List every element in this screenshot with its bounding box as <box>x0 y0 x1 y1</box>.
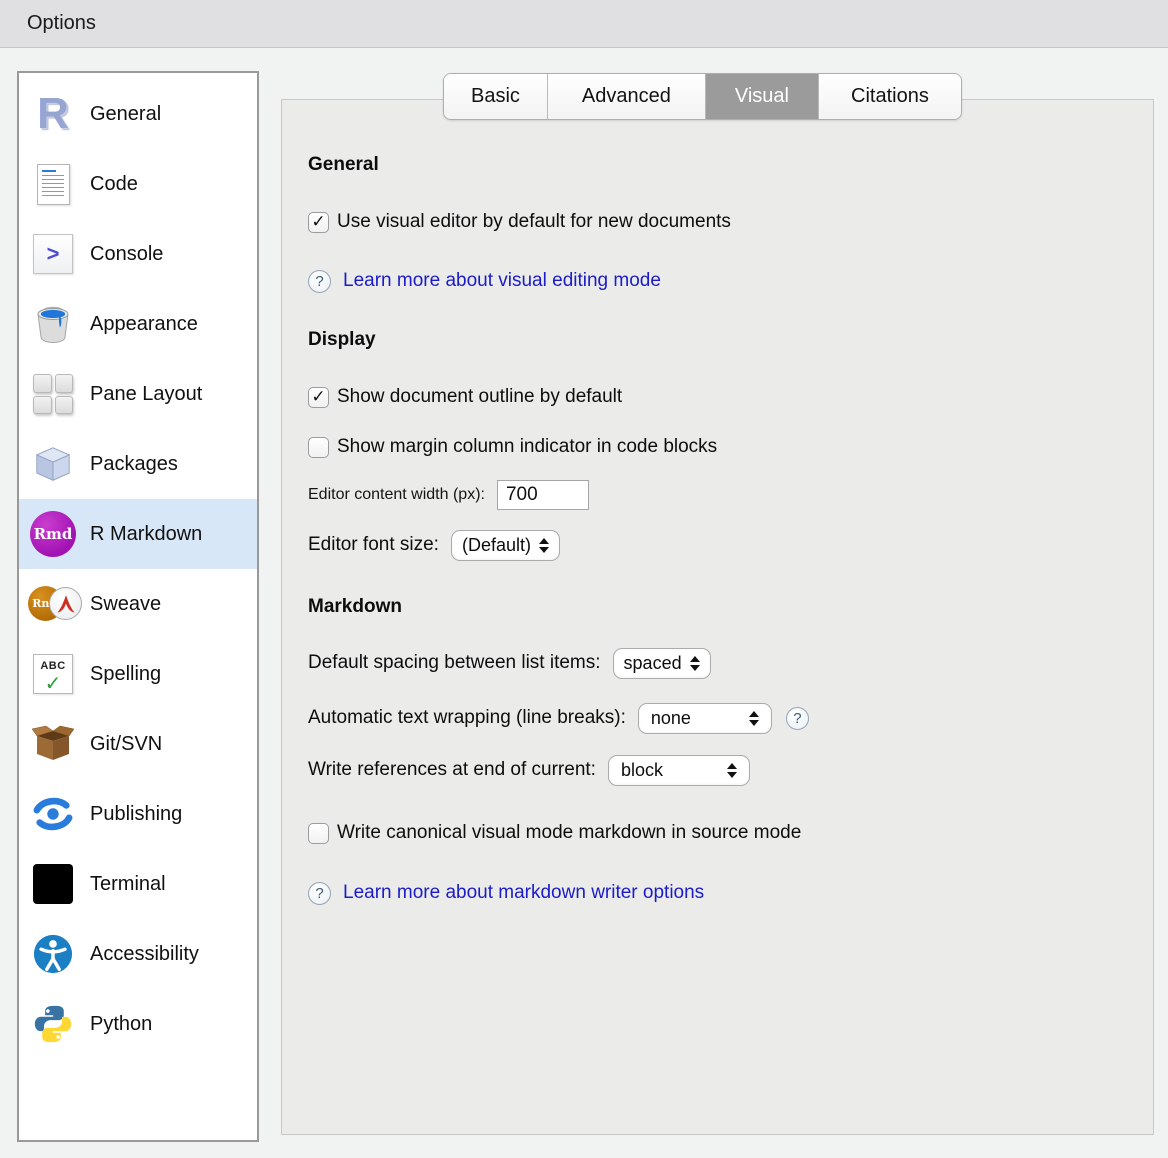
package-cube-icon <box>28 443 78 485</box>
use-visual-editor-checkbox[interactable]: ✓ <box>308 212 329 233</box>
sidebar-item-label: Appearance <box>90 313 198 336</box>
show-margin-row: ✓ Show margin column indicator in code b… <box>308 433 1153 461</box>
console-prompt-icon: > <box>28 234 78 274</box>
rmarkdown-icon: Rmd <box>28 511 78 557</box>
python-icon <box>28 1003 78 1045</box>
visual-editing-help-row: ? Learn more about visual editing mode <box>308 268 1153 294</box>
sidebar-item-label: Code <box>90 173 138 196</box>
stepper-arrows-icon <box>749 711 759 726</box>
section-heading-markdown: Markdown <box>308 596 1153 620</box>
sidebar-item-label: R Markdown <box>90 523 202 546</box>
show-margin-checkbox[interactable]: ✓ <box>308 437 329 458</box>
paint-bucket-icon <box>28 304 78 344</box>
sidebar-item-label: Publishing <box>90 803 182 826</box>
pane-grid-icon <box>28 374 78 414</box>
sidebar-item-python[interactable]: Python <box>19 989 257 1059</box>
window-title: Options <box>27 12 96 35</box>
list-spacing-label: Default spacing between list items: <box>308 652 601 674</box>
section-heading-general: General <box>308 154 1153 178</box>
options-category-sidebar: R General Code > Console Appearance Pane <box>17 71 259 1142</box>
show-margin-label: Show margin column indicator in code blo… <box>337 436 717 458</box>
stepper-arrows-icon <box>690 656 700 671</box>
tab-visual[interactable]: Visual <box>705 74 818 119</box>
list-spacing-select[interactable]: spaced <box>613 648 711 679</box>
sidebar-item-r-markdown[interactable]: Rmd R Markdown <box>19 499 257 569</box>
spellcheck-icon: ABC ✓ <box>28 654 78 694</box>
help-icon[interactable]: ? <box>308 882 331 905</box>
window-titlebar: Options <box>0 0 1168 48</box>
show-outline-label: Show document outline by default <box>337 386 622 408</box>
text-wrapping-select[interactable]: none <box>638 703 772 734</box>
code-document-icon <box>28 164 78 205</box>
markdown-writer-help-row: ? Learn more about markdown writer optio… <box>308 880 1153 906</box>
content-width-input[interactable] <box>497 480 589 510</box>
show-outline-row: ✓ Show document outline by default <box>308 383 1153 411</box>
font-size-label: Editor font size: <box>308 534 439 556</box>
learn-more-markdown-writer-link[interactable]: Learn more about markdown writer options <box>343 882 704 904</box>
sidebar-item-label: Git/SVN <box>90 733 162 756</box>
sidebar-item-label: Spelling <box>90 663 161 686</box>
references-select[interactable]: block <box>608 755 750 786</box>
sidebar-item-packages[interactable]: Packages <box>19 429 257 499</box>
use-visual-editor-label: Use visual editor by default for new doc… <box>337 211 731 233</box>
sidebar-item-git-svn[interactable]: Git/SVN <box>19 709 257 779</box>
sidebar-item-label: Console <box>90 243 163 266</box>
tab-advanced[interactable]: Advanced <box>547 74 705 119</box>
sidebar-item-accessibility[interactable]: Accessibility <box>19 919 257 989</box>
sidebar-item-spelling[interactable]: ABC ✓ Spelling <box>19 639 257 709</box>
sidebar-item-console[interactable]: > Console <box>19 219 257 289</box>
show-outline-checkbox[interactable]: ✓ <box>308 387 329 408</box>
sidebar-item-code[interactable]: Code <box>19 149 257 219</box>
settings-tabbar: Basic Advanced Visual Citations <box>443 73 962 120</box>
terminal-icon <box>28 864 78 904</box>
stepper-arrows-icon <box>727 763 737 778</box>
git-box-icon <box>28 724 78 764</box>
font-size-row: Editor font size: (Default) <box>308 529 1153 561</box>
help-icon[interactable]: ? <box>308 270 331 293</box>
sidebar-item-pane-layout[interactable]: Pane Layout <box>19 359 257 429</box>
sweave-pdf-icon: Rnw <box>28 581 78 627</box>
use-visual-editor-row: ✓ Use visual editor by default for new d… <box>308 208 1153 236</box>
sidebar-item-label: Terminal <box>90 873 166 896</box>
sidebar-item-label: Accessibility <box>90 943 199 966</box>
visual-settings-panel: General ✓ Use visual editor by default f… <box>281 99 1154 1135</box>
sidebar-item-label: Python <box>90 1013 152 1036</box>
sidebar-item-terminal[interactable]: Terminal <box>19 849 257 919</box>
font-size-select[interactable]: (Default) <box>451 530 560 561</box>
section-heading-display: Display <box>308 329 1153 353</box>
canonical-markdown-label: Write canonical visual mode markdown in … <box>337 822 801 844</box>
r-logo-icon: R <box>28 92 78 136</box>
sidebar-item-general[interactable]: R General <box>19 79 257 149</box>
sidebar-item-label: Pane Layout <box>90 383 202 406</box>
sidebar-item-publishing[interactable]: Publishing <box>19 779 257 849</box>
content-width-label: Editor content width (px): <box>308 486 485 504</box>
tab-citations[interactable]: Citations <box>818 74 961 119</box>
sidebar-item-appearance[interactable]: Appearance <box>19 289 257 359</box>
text-wrapping-row: Automatic text wrapping (line breaks): n… <box>308 702 1153 734</box>
canonical-markdown-checkbox[interactable]: ✓ <box>308 823 329 844</box>
sidebar-item-label: Sweave <box>90 593 161 616</box>
text-wrapping-label: Automatic text wrapping (line breaks): <box>308 707 626 729</box>
publish-connect-icon <box>28 795 78 833</box>
list-spacing-row: Default spacing between list items: spac… <box>308 647 1153 679</box>
accessibility-icon <box>28 933 78 975</box>
references-label: Write references at end of current: <box>308 759 596 781</box>
sidebar-item-label: Packages <box>90 453 178 476</box>
stepper-arrows-icon <box>539 538 549 553</box>
canonical-markdown-row: ✓ Write canonical visual mode markdown i… <box>308 819 1153 847</box>
learn-more-visual-editing-link[interactable]: Learn more about visual editing mode <box>343 270 661 292</box>
tab-basic[interactable]: Basic <box>444 74 547 119</box>
sidebar-item-sweave[interactable]: Rnw Sweave <box>19 569 257 639</box>
references-row: Write references at end of current: bloc… <box>308 754 1153 786</box>
help-icon[interactable]: ? <box>786 707 809 730</box>
sidebar-item-label: General <box>90 103 161 126</box>
content-width-row: Editor content width (px): <box>308 480 1153 510</box>
